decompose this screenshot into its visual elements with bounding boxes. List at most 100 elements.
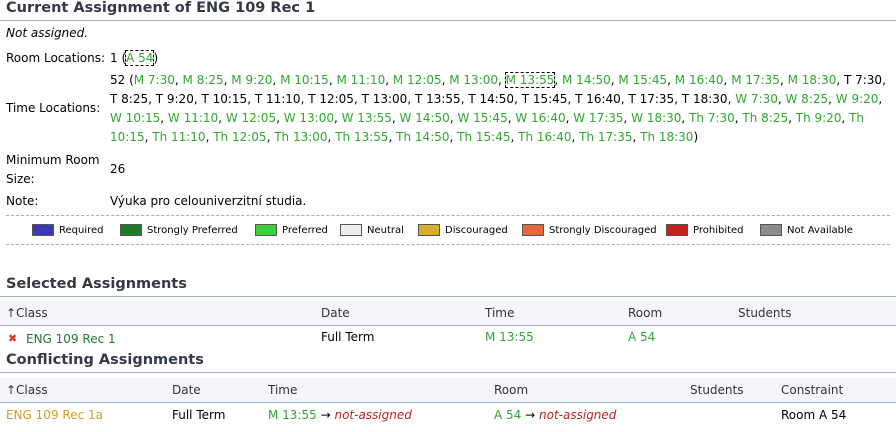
room-option-a54[interactable]: A 54	[125, 50, 155, 66]
current-assignment-title: Current Assignment of ENG 109 Rec 1	[6, 0, 316, 16]
time-option[interactable]: T 9:20	[156, 92, 194, 106]
conflicting-row-date: Full Term	[172, 408, 226, 422]
selected-row-class[interactable]: ENG 109 Rec 1	[26, 330, 116, 349]
time-option[interactable]: M 11:10	[336, 73, 385, 87]
time-option[interactable]: T 10:15	[201, 92, 247, 106]
time-option[interactable]: W 9:20	[836, 92, 879, 106]
selected-col-time[interactable]: Time	[485, 306, 514, 320]
conflicting-row-constraint: Room A 54	[781, 408, 847, 422]
time-option[interactable]: T 18:30	[682, 92, 728, 106]
time-option[interactable]: Th 18:30	[640, 130, 693, 144]
legend-swatch	[760, 224, 782, 236]
time-option[interactable]: T 7:30	[844, 73, 882, 87]
time-option[interactable]: M 13:55	[504, 72, 556, 88]
conflicting-row-room: A 54 → not-assigned	[494, 406, 616, 425]
conflicting-col-date[interactable]: Date	[172, 383, 201, 397]
conflict-room-not-assigned: not-assigned	[539, 408, 617, 422]
conflicting-col-students[interactable]: Students	[690, 383, 744, 397]
selected-col-students[interactable]: Students	[738, 306, 792, 320]
legend-item: Strongly Discouraged	[522, 223, 657, 237]
time-option[interactable]: W 12:05	[226, 111, 276, 125]
time-option[interactable]: M 18:30	[788, 73, 837, 87]
legend-item: Neutral	[340, 223, 404, 237]
room-locations-label: Room Locations:	[6, 51, 106, 65]
time-option[interactable]: Th 16:40	[518, 130, 571, 144]
time-option[interactable]: T 8:25	[110, 92, 148, 106]
legend-label: Prohibited	[693, 224, 744, 236]
time-option[interactable]: Th 13:00	[274, 130, 327, 144]
time-option[interactable]: Th 13:55	[335, 130, 388, 144]
time-option[interactable]: M 7:30	[134, 73, 175, 87]
legend-label: Neutral	[367, 224, 404, 236]
time-option[interactable]: W 7:30	[735, 92, 778, 106]
time-option[interactable]: W 18:30	[631, 111, 681, 125]
time-close: )	[693, 130, 699, 144]
room-close: )	[153, 51, 159, 65]
time-option[interactable]: W 14:50	[400, 111, 450, 125]
room-count: 1 (	[110, 51, 127, 65]
conflicting-assignments-header: Conflicting Assignments	[0, 352, 896, 373]
time-option[interactable]: Th 14:50	[396, 130, 449, 144]
room-locations-value: 1 (A 54)	[110, 49, 158, 68]
time-option[interactable]: Th 7:30	[689, 111, 735, 125]
time-option[interactable]: M 9:20	[231, 73, 272, 87]
time-locations-label: Time Locations:	[6, 101, 101, 115]
time-option[interactable]: M 10:15	[280, 73, 329, 87]
time-option[interactable]: Th 17:35	[579, 130, 632, 144]
conflicting-row-class[interactable]: ENG 109 Rec 1a	[6, 406, 103, 425]
legend-label: Required	[59, 224, 104, 236]
time-option[interactable]: Th 12:05	[213, 130, 266, 144]
conflicting-col-class[interactable]: ↑Class	[6, 383, 48, 397]
note-value: Výuka pro celouniverzitní studia.	[110, 194, 307, 208]
time-option[interactable]: M 13:00	[449, 73, 498, 87]
time-option[interactable]: M 17:35	[731, 73, 780, 87]
time-option[interactable]: Th 11:10	[152, 130, 205, 144]
legend-item: Prohibited	[666, 223, 744, 237]
remove-icon[interactable]: ✖	[8, 329, 17, 348]
selected-header-divider	[0, 325, 896, 326]
conflicting-col-room[interactable]: Room	[494, 383, 528, 397]
time-option[interactable]: T 11:10	[255, 92, 301, 106]
selected-col-date[interactable]: Date	[321, 306, 350, 320]
legend-separator	[6, 215, 890, 216]
time-option[interactable]: M 16:40	[675, 73, 724, 87]
time-option[interactable]: Th 8:25	[742, 111, 788, 125]
time-option[interactable]: M 12:05	[393, 73, 442, 87]
time-option[interactable]: W 11:10	[168, 111, 218, 125]
conflicting-col-time[interactable]: Time	[268, 383, 297, 397]
assignment-status: Not assigned.	[6, 26, 89, 40]
selected-col-room[interactable]: Room	[628, 306, 662, 320]
conflict-room-value: A 54	[494, 408, 522, 422]
time-option[interactable]: T 16:40	[575, 92, 621, 106]
legend-item: Required	[32, 223, 104, 237]
time-option[interactable]: W 17:35	[573, 111, 623, 125]
time-option[interactable]: T 12:05	[308, 92, 354, 106]
time-option[interactable]: M 14:50	[562, 73, 611, 87]
time-option[interactable]: Th 15:45	[457, 130, 510, 144]
legend-item: Discouraged	[418, 223, 508, 237]
selected-row-room: A 54	[628, 330, 656, 344]
time-option[interactable]: W 13:55	[342, 111, 392, 125]
selected-assignments-header: Selected Assignments	[0, 276, 896, 297]
conflict-time-not-assigned: not-assigned	[334, 408, 412, 422]
time-option[interactable]: W 13:00	[284, 111, 334, 125]
time-option[interactable]: Th 9:20	[796, 111, 842, 125]
conflicting-col-constraint[interactable]: Constraint	[781, 383, 843, 397]
time-option[interactable]: T 17:35	[628, 92, 674, 106]
time-option[interactable]: W 8:25	[786, 92, 829, 106]
time-option[interactable]: W 15:45	[457, 111, 507, 125]
legend-swatch	[340, 224, 362, 236]
time-option[interactable]: T 15:45	[522, 92, 568, 106]
selected-col-class[interactable]: ↑Class	[6, 306, 48, 320]
legend-swatch	[255, 224, 277, 236]
legend-item: Strongly Preferred	[120, 223, 238, 237]
time-option[interactable]: T 13:55	[415, 92, 461, 106]
legend-label: Not Available	[787, 224, 853, 236]
time-option[interactable]: T 13:00	[362, 92, 408, 106]
time-option[interactable]: T 14:50	[468, 92, 514, 106]
time-option[interactable]: W 10:15	[110, 111, 160, 125]
time-option[interactable]: W 16:40	[515, 111, 565, 125]
conflicting-header-divider	[0, 402, 896, 403]
time-option[interactable]: M 8:25	[183, 73, 224, 87]
time-option[interactable]: M 15:45	[618, 73, 667, 87]
